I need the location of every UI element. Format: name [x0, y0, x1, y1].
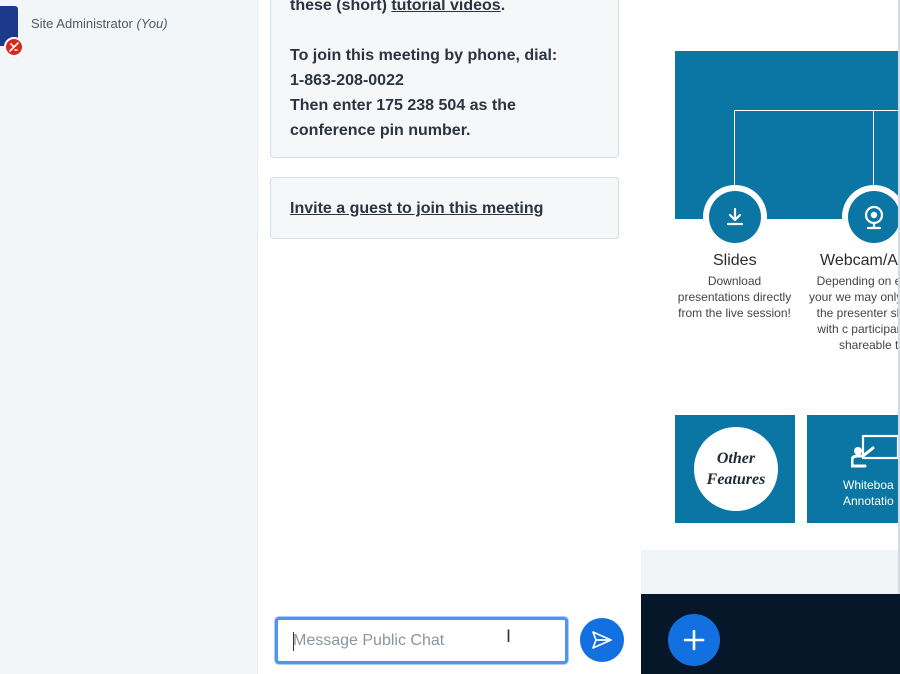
user-display-name: Site Administrator: [31, 16, 133, 31]
whiteboard-tile: Whiteboa Annotatio: [807, 415, 900, 523]
whiteboard-label-line1: Whiteboa: [843, 478, 894, 492]
welcome-message: these (short) tutorial videos. To join t…: [270, 0, 619, 158]
presentation-area: Slides Webcam/A Download presentations d…: [641, 0, 900, 674]
tutorial-line: these (short) tutorial videos.: [290, 0, 600, 18]
other-features-line2: Features: [706, 471, 766, 488]
user-list-panel: Site Administrator (You): [0, 0, 258, 674]
slides-feature-badge: [703, 185, 767, 249]
message-public-chat-input[interactable]: [278, 620, 565, 661]
ibeam-cursor-icon: I: [506, 627, 512, 647]
presentation-footer: [641, 550, 900, 594]
invite-guest-link[interactable]: Invite a guest to join this meeting: [290, 200, 543, 217]
tutorial-videos-link[interactable]: tutorial videos: [391, 0, 500, 14]
phone-number: 1-863-208-0022: [290, 72, 404, 89]
text-caret: [293, 632, 294, 651]
other-features-tile: Other Features: [675, 415, 795, 523]
presentation-slide: Slides Webcam/A Download presentations d…: [641, 0, 900, 550]
user-name: Site Administrator (You): [31, 16, 168, 31]
whiteboard-label-line2: Annotatio: [843, 494, 894, 508]
conference-pin: Then enter 175 238 504 as the conference…: [290, 97, 516, 139]
connector-line: [873, 110, 874, 190]
user-you-label: (You): [136, 16, 168, 31]
user-list-item-current[interactable]: Site Administrator (You): [0, 6, 258, 57]
other-features-line1: Other: [716, 450, 756, 467]
connector-line: [734, 110, 900, 111]
presentation-toolbar: [641, 594, 900, 674]
tutorial-line-prefix: these (short): [290, 0, 392, 14]
presenter-badge-icon: [4, 37, 24, 57]
public-chat-panel: these (short) tutorial videos. To join t…: [258, 0, 641, 674]
whiteboard-icon: [851, 434, 900, 468]
connector-line: [734, 110, 735, 190]
webcam-icon: [864, 205, 884, 230]
other-features-badge: Other Features: [694, 427, 778, 511]
send-message-button[interactable]: [580, 618, 624, 662]
tutorial-line-suffix: .: [500, 0, 506, 14]
send-icon: [592, 631, 612, 649]
slides-feature-title: Slides: [713, 252, 757, 269]
slides-feature-description: Download presentations directly from the…: [677, 274, 792, 320]
webcam-feature-title: Webcam/A: [820, 252, 898, 269]
webcam-feature-badge: [842, 185, 900, 249]
plus-icon: [683, 629, 705, 651]
invite-guest-card: Invite a guest to join this meeting: [270, 177, 619, 239]
whiteboard-label: Whiteboa Annotatio: [843, 477, 894, 509]
phone-intro: To join this meeting by phone, dial:: [290, 47, 558, 64]
chat-message-input[interactable]: I: [275, 617, 568, 664]
webcam-feature-description: Depending on event, your we may only be …: [808, 274, 900, 352]
actions-button[interactable]: [668, 614, 720, 666]
download-icon: [726, 207, 744, 226]
